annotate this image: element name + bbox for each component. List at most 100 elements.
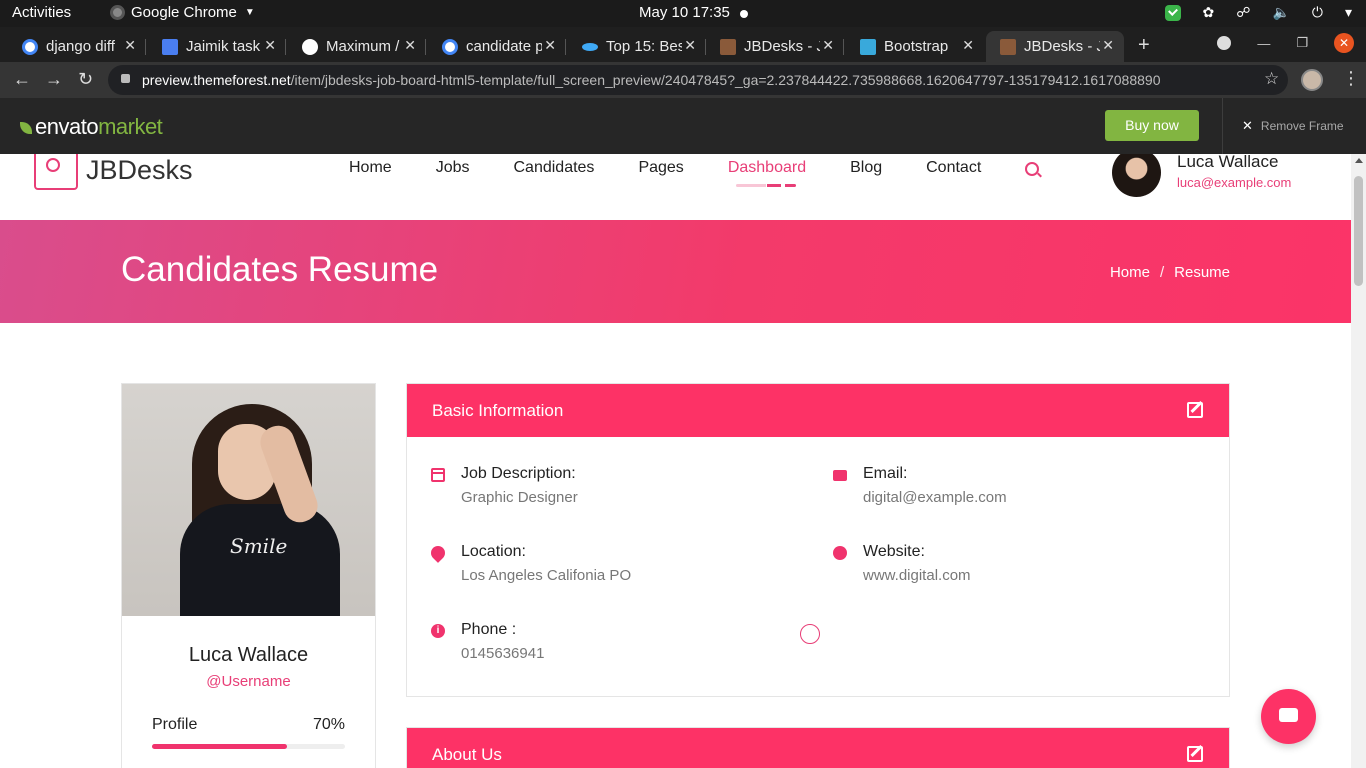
close-tab-icon[interactable]: ✕ <box>822 37 834 54</box>
browser-tab[interactable]: Jaimik task ✕ <box>148 31 286 62</box>
more-menu-icon[interactable]: ⋮ <box>1342 68 1360 89</box>
user-avatar <box>1112 154 1161 197</box>
security-shield-icon[interactable] <box>1164 4 1181 21</box>
profile-name: Luca Wallace <box>188 644 309 666</box>
info-location: Location: Los Angeles Califonia PO <box>428 543 751 593</box>
about-us-card: About Us <box>406 727 1230 768</box>
google-favicon-icon <box>442 38 458 55</box>
maximize-button[interactable]: ❐ <box>1296 35 1308 51</box>
system-tray[interactable]: ✿ ☍ 🔈 ⏻ ▾ <box>1164 4 1352 21</box>
caret-down-icon: ▼ <box>244 7 255 18</box>
card-header: Basic Information <box>407 384 1229 437</box>
logo-word-market: market <box>98 114 163 139</box>
volume-icon[interactable]: 🔈 <box>1272 4 1289 21</box>
power-icon[interactable]: ⏻ <box>1312 4 1323 21</box>
remove-frame-button[interactable]: ✕ Remove Frame <box>1242 118 1344 134</box>
scrollbar-thumb[interactable] <box>1354 176 1363 286</box>
user-email: luca@example.com <box>1177 175 1292 190</box>
globe-icon <box>833 546 847 560</box>
envato-frame-bar: envatomarket Buy now ✕ Remove Frame <box>0 98 1366 154</box>
chat-button[interactable] <box>1261 689 1316 744</box>
close-window-button[interactable]: ✕ <box>1334 33 1354 53</box>
back-arrow-icon[interactable]: ← <box>13 69 31 90</box>
edit-icon[interactable] <box>1187 402 1203 418</box>
info-label: Email: <box>863 465 908 482</box>
nav-contact[interactable]: Contact <box>926 159 981 177</box>
nav-pages[interactable]: Pages <box>638 159 683 177</box>
activities-button[interactable]: Activities <box>12 4 71 21</box>
browser-tab[interactable]: JBDesks - J ✕ <box>706 31 844 62</box>
tab-title: Top 15: Bes <box>606 38 682 55</box>
jbdesks-favicon-icon <box>720 38 736 55</box>
site-header: JBDesks Home Jobs Candidates Pages Dashb… <box>0 154 1351 220</box>
lock-icon[interactable] <box>121 74 130 83</box>
eye-favicon-icon <box>582 42 598 51</box>
envato-logo[interactable]: envatomarket <box>20 114 163 140</box>
reload-icon[interactable]: ↻ <box>78 69 93 90</box>
close-tab-icon[interactable]: ✕ <box>264 37 276 54</box>
nav-jobs[interactable]: Jobs <box>436 159 470 177</box>
minimize-button[interactable]: — <box>1257 36 1270 51</box>
forward-arrow-icon[interactable]: → <box>45 69 63 90</box>
profile-username[interactable]: @Username <box>122 673 375 690</box>
edit-icon[interactable] <box>1187 746 1203 762</box>
profile-avatar[interactable] <box>1301 69 1323 91</box>
page-scrollbar[interactable] <box>1351 154 1366 768</box>
buy-now-button[interactable]: Buy now <box>1105 110 1199 141</box>
info-value: 0145636941 <box>461 645 545 662</box>
close-tab-icon[interactable]: ✕ <box>124 37 136 54</box>
tab-title: django diff <box>46 38 115 55</box>
profile-photo: Smile <box>122 384 375 616</box>
bookmark-star-icon[interactable]: ☆ <box>1264 69 1279 89</box>
close-tab-icon[interactable]: ✕ <box>1102 37 1114 54</box>
close-tab-icon[interactable]: ✕ <box>684 37 696 54</box>
nav-dashboard[interactable]: Dashboard <box>728 159 806 187</box>
address-bar[interactable]: preview.themeforest.net/item/jbdesks-job… <box>108 65 1288 95</box>
chevron-down-icon[interactable]: ▾ <box>1345 4 1352 21</box>
info-value[interactable]: digital@example.com <box>863 489 1007 506</box>
app-menu[interactable]: Google Chrome ▼ <box>110 4 255 21</box>
user-menu[interactable]: Luca Wallace luca@example.com <box>1112 154 1291 197</box>
breadcrumb-home[interactable]: Home <box>1110 264 1150 281</box>
nav-candidates[interactable]: Candidates <box>513 159 594 177</box>
card-title: About Us <box>432 745 502 764</box>
jbdesks-favicon-icon <box>1000 38 1016 55</box>
resume-logo-icon <box>34 154 78 190</box>
tab-search-icon[interactable] <box>1217 36 1232 50</box>
card-header: About Us <box>407 728 1229 768</box>
tab-title: Bootstrap <box>884 38 949 55</box>
search-icon[interactable] <box>1025 162 1040 176</box>
main-nav: Home Jobs Candidates Pages Dashboard Blo… <box>349 159 1083 187</box>
browser-tab[interactable]: Maximum / ✕ <box>288 31 426 62</box>
browser-tab[interactable]: django diff ✕ <box>8 31 146 62</box>
close-tab-icon[interactable]: ✕ <box>544 37 556 54</box>
scroll-up-arrow-icon[interactable] <box>1355 158 1363 163</box>
info-value: Los Angeles Califonia PO <box>461 567 632 584</box>
close-tab-icon[interactable]: ✕ <box>404 37 416 54</box>
url-host: preview.themeforest.net <box>142 72 291 88</box>
logo-word: envato <box>35 114 99 139</box>
nav-home[interactable]: Home <box>349 159 392 177</box>
network-icon[interactable]: ☍ <box>1236 4 1250 21</box>
browser-tab-active[interactable]: JBDesks - J ✕ <box>986 31 1124 62</box>
browser-tab[interactable]: candidate p ✕ <box>428 31 566 62</box>
new-tab-button[interactable]: + <box>1138 34 1150 57</box>
close-tab-icon[interactable]: ✕ <box>962 37 974 54</box>
info-label: Job Description: <box>461 465 576 482</box>
site-logo[interactable]: JBDesks <box>34 154 193 190</box>
browser-tab[interactable]: Bootstrap ✕ <box>846 31 984 62</box>
clock[interactable]: May 10 17:35 <box>639 4 730 21</box>
nav-blog[interactable]: Blog <box>850 159 882 177</box>
info-value[interactable]: www.digital.com <box>863 567 971 584</box>
profile-completion-value: 70% <box>312 716 345 733</box>
info-label: Phone : <box>461 621 517 638</box>
radio-circle[interactable] <box>800 624 820 644</box>
browser-tab[interactable]: Top 15: Bes ✕ <box>568 31 706 62</box>
system-top-bar: Activities Google Chrome ▼ May 10 17:35 … <box>0 0 1366 27</box>
close-icon: ✕ <box>1242 118 1253 133</box>
breadcrumb-separator: / <box>1159 264 1165 281</box>
shirt-text: Smile <box>230 534 288 558</box>
color-picker-icon[interactable]: ✿ <box>1203 4 1215 21</box>
tab-title: Maximum / <box>326 38 400 55</box>
profile-progress-bar <box>152 744 345 749</box>
